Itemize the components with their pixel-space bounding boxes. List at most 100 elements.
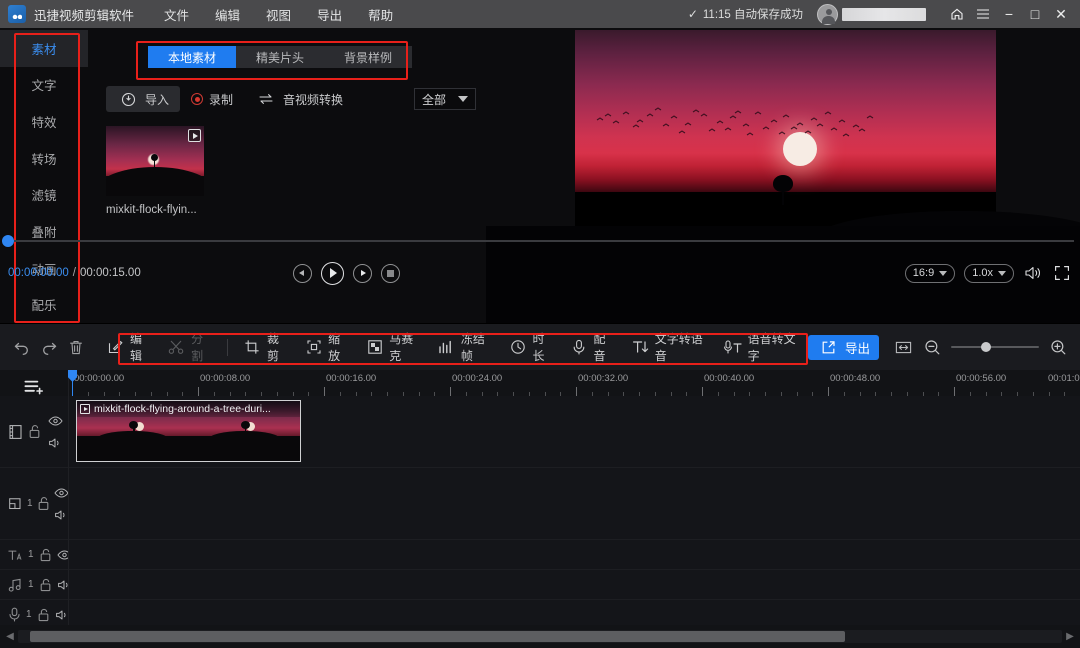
tool-duration-label: 时长 [532, 330, 553, 364]
convert-icon [255, 88, 277, 110]
sidebar-item-transitions[interactable]: 转场 [0, 140, 88, 177]
title-bar-right: ✓ 11:15 自动保存成功 − □ ✕ [688, 0, 1080, 28]
scrubber-handle[interactable] [2, 235, 14, 247]
text-icon [8, 547, 23, 562]
close-button[interactable]: ✕ [1048, 0, 1074, 28]
scroll-left-arrow[interactable]: ◀ [2, 629, 18, 644]
sidebar-item-filters[interactable]: 滤镜 [0, 177, 88, 214]
username-blurred [842, 8, 926, 21]
tab-local-media[interactable]: 本地素材 [148, 46, 236, 68]
tool-freeze-frame-label: 冻结帧 [461, 330, 492, 364]
tool-speech-to-text[interactable]: 语音转文字 [715, 332, 808, 362]
tool-edit[interactable]: 编辑 [98, 332, 159, 362]
unlock-icon[interactable] [39, 547, 52, 562]
zoom-in-icon[interactable] [1048, 337, 1068, 357]
unlock-icon[interactable] [37, 496, 50, 511]
preview-scrubber[interactable] [0, 234, 1080, 248]
record-button[interactable]: 录制 [180, 86, 244, 112]
track-body-overlay[interactable] [68, 468, 1080, 539]
ruler-major-tick [450, 387, 451, 396]
split-icon [167, 336, 186, 358]
fit-to-window-icon[interactable] [893, 337, 913, 357]
eye-icon[interactable] [54, 485, 69, 500]
avatar[interactable] [817, 4, 838, 25]
redo-button[interactable] [35, 332, 62, 362]
menu-item-file[interactable]: 文件 [164, 5, 189, 24]
tool-edit-label: 编辑 [130, 330, 151, 364]
eye-icon[interactable] [48, 413, 63, 428]
mic-icon [8, 607, 21, 622]
home-icon[interactable] [944, 0, 970, 28]
preview-tree [773, 175, 793, 205]
tool-split-label: 分割 [191, 330, 212, 364]
tab-background-samples[interactable]: 背景样例 [324, 46, 412, 68]
track-header-music: 1 [0, 570, 68, 599]
unlock-icon[interactable] [37, 607, 50, 622]
speaker-icon[interactable] [54, 507, 69, 522]
sidebar-item-effects[interactable]: 特效 [0, 103, 88, 140]
scroll-right-arrow[interactable]: ▶ [1062, 629, 1078, 644]
track-count-overlay: 1 [27, 498, 33, 509]
scrollbar-track[interactable] [18, 630, 1062, 643]
unlock-icon[interactable] [39, 577, 52, 592]
undo-button[interactable] [8, 332, 35, 362]
menu-item-edit[interactable]: 编辑 [215, 5, 240, 24]
speech-to-text-icon [723, 336, 742, 358]
tool-text-to-speech[interactable]: 文字转语音 [622, 332, 715, 362]
hamburger-icon[interactable] [970, 0, 996, 28]
timeline-clip[interactable]: mixkit-flock-flying-around-a-tree-duri..… [76, 400, 301, 462]
ruler-major-tick [324, 387, 325, 396]
track-body-text[interactable] [68, 540, 1080, 569]
speaker-icon[interactable] [48, 435, 63, 450]
ruler-label: 00:00:32.00 [578, 373, 628, 384]
convert-label: 音视频转换 [283, 91, 343, 108]
zoom-slider-handle[interactable] [981, 342, 991, 352]
play-button[interactable] [321, 262, 344, 285]
track-body-video[interactable]: mixkit-flock-flying-around-a-tree-duri..… [68, 396, 1080, 467]
timeline-horizontal-scrollbar[interactable]: ◀ ▶ [0, 625, 1080, 648]
import-button[interactable]: 导入 [106, 86, 180, 112]
tool-scale[interactable]: 缩放 [296, 332, 357, 362]
unlock-icon[interactable] [27, 424, 42, 439]
playhead[interactable] [72, 370, 73, 396]
volume-icon[interactable] [1023, 263, 1043, 283]
timeline-panel: 00:00:00.00 00:00:08.00 00:00:16.00 00:0… [0, 370, 1080, 648]
export-button[interactable]: 导出 [808, 335, 879, 360]
ruler-major-tick [954, 387, 955, 396]
convert-button[interactable]: 音视频转换 [244, 86, 354, 112]
tool-duration[interactable]: 时长 [500, 332, 561, 362]
fullscreen-icon[interactable] [1052, 263, 1072, 283]
export-icon [817, 336, 839, 358]
playback-speed-dropdown[interactable]: 1.0x [964, 264, 1014, 283]
media-filter-dropdown[interactable]: 全部 [414, 88, 476, 110]
tool-mosaic[interactable]: 马赛克 [357, 332, 429, 362]
aspect-ratio-dropdown[interactable]: 16:9 [905, 264, 955, 283]
minimize-button[interactable]: − [996, 0, 1022, 28]
media-thumbnail [106, 126, 204, 196]
zoom-out-icon[interactable] [922, 337, 942, 357]
total-time: 00:00:15.00 [80, 267, 141, 279]
zoom-slider[interactable] [951, 341, 1039, 353]
scrollbar-thumb[interactable] [30, 631, 845, 642]
delete-button[interactable] [63, 332, 90, 362]
menu-item-export[interactable]: 导出 [317, 5, 342, 24]
tool-dubbing[interactable]: 配音 [561, 332, 622, 362]
menu-item-help[interactable]: 帮助 [368, 5, 393, 24]
tool-crop[interactable]: 裁剪 [235, 332, 296, 362]
previous-frame-button[interactable] [293, 264, 312, 283]
tool-split[interactable]: 分割 [159, 332, 220, 362]
maximize-button[interactable]: □ [1022, 0, 1048, 28]
media-item[interactable]: mixkit-flock-flyin... [106, 126, 204, 216]
timeline-ruler[interactable]: 00:00:00.00 00:00:08.00 00:00:16.00 00:0… [68, 370, 1080, 396]
menu-item-view[interactable]: 视图 [266, 5, 291, 24]
dubbing-icon [569, 336, 588, 358]
stop-button[interactable] [381, 264, 400, 283]
sidebar-item-media[interactable]: 素材 [0, 30, 88, 67]
tab-intro-templates[interactable]: 精美片头 [236, 46, 324, 68]
add-track-button[interactable] [0, 370, 68, 396]
sidebar-item-text[interactable]: 文字 [0, 67, 88, 104]
tool-freeze-frame[interactable]: 冻结帧 [429, 332, 501, 362]
track-body-music[interactable] [68, 570, 1080, 599]
next-frame-button[interactable] [353, 264, 372, 283]
export-label: 导出 [845, 338, 870, 357]
